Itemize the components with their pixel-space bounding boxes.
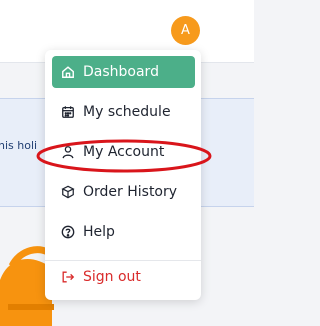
menu-item-my-schedule[interactable]: My schedule	[52, 96, 195, 128]
menu-item-label: My schedule	[83, 104, 171, 120]
user-avatar[interactable]: A	[171, 16, 200, 45]
menu-item-sign-out[interactable]: Sign out	[52, 261, 195, 293]
help-circle-icon	[60, 224, 76, 240]
box-icon	[60, 184, 76, 200]
user-icon	[60, 144, 76, 160]
menu-item-label: Dashboard	[83, 64, 159, 80]
menu-item-order-history[interactable]: Order History	[52, 176, 195, 208]
menu-item-label: Order History	[83, 184, 178, 200]
menu-item-my-account[interactable]: My Account	[52, 136, 195, 168]
menu-item-label: Sign out	[83, 269, 141, 285]
menu-item-help[interactable]: Help	[52, 216, 195, 248]
home-icon	[60, 64, 76, 80]
menu-item-label: Help	[83, 224, 115, 240]
sign-out-icon	[60, 269, 76, 285]
notice-text: his holi	[0, 139, 38, 152]
menu-item-label: My Account	[83, 144, 165, 160]
menu-item-dashboard[interactable]: Dashboard	[52, 56, 195, 88]
user-dropdown-menu: Dashboard My schedule My Account Order H…	[45, 50, 201, 300]
calendar-icon	[60, 104, 76, 120]
